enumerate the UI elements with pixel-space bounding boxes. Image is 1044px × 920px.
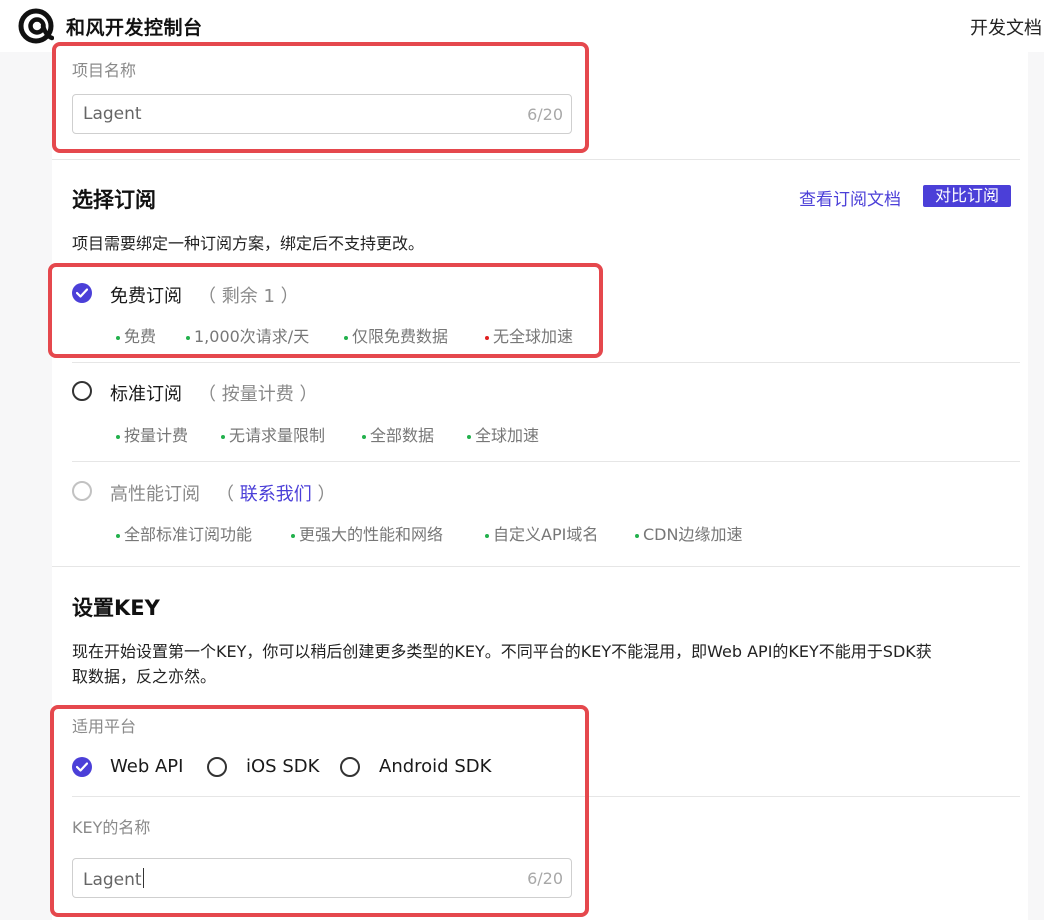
key-section-title: 设置KEY [72,596,160,620]
high-performance-subscription-title: 高性能订阅 [110,484,200,505]
divider [72,362,1020,363]
bullet-dot-icon [291,533,295,538]
key-description-line-1: 现在开始设置第一个KEY，你可以稍后创建更多类型的KEY。不同平台的KEY不能混… [72,642,932,661]
high-performance-contact: （ 联系我们 ） [216,484,336,505]
feature-item: CDN边缘加速 [635,521,742,545]
standard-subscription-billing: （ 按量计费 ） [198,384,318,405]
bullet-dot-icon [116,434,120,439]
bullet-dot-icon [221,434,225,439]
divider [52,159,1020,160]
highlight-box-key-settings [50,705,589,917]
feature-item: 按量计费 [116,422,188,446]
feature-item: 自定义API域名 [485,521,598,545]
brand-title[interactable]: 和风开发控制台 [66,13,203,40]
bullet-dot-icon [116,533,120,538]
feature-item: 全球加速 [467,422,539,446]
developer-docs-link[interactable]: 开发文档 [970,14,1042,40]
key-description-line-2: 取数据，反之亦然。 [72,667,217,686]
feature-item: 全部数据 [362,422,434,446]
high-performance-subscription-radio[interactable] [72,481,92,501]
contact-us-link[interactable]: 联系我们 [240,484,312,505]
divider [72,461,1020,462]
feature-item: 无请求量限制 [221,422,325,446]
subscription-title: 选择订阅 [72,188,156,212]
feature-item: 更强大的性能和网络 [291,521,443,545]
right-gutter [1028,52,1044,920]
view-subscription-docs-link[interactable]: 查看订阅文档 [799,185,901,210]
standard-subscription-title[interactable]: 标准订阅 [110,380,182,406]
compare-subscription-button[interactable]: 对比订阅 [923,185,1012,207]
bullet-dot-icon [362,434,366,439]
bullet-dot-icon [485,533,489,538]
feature-item: 全部标准订阅功能 [116,521,252,545]
left-gutter [0,52,52,920]
highlight-box-project-name [52,42,589,153]
highlight-box-free-subscription [48,263,603,358]
divider [52,566,1020,567]
bullet-dot-icon [635,533,639,538]
subscription-description: 项目需要绑定一种订阅方案，绑定后不支持更改。 [72,234,425,253]
standard-subscription-radio[interactable] [72,381,92,401]
bullet-dot-icon [467,434,471,439]
hefeng-logo-icon[interactable] [18,8,54,44]
